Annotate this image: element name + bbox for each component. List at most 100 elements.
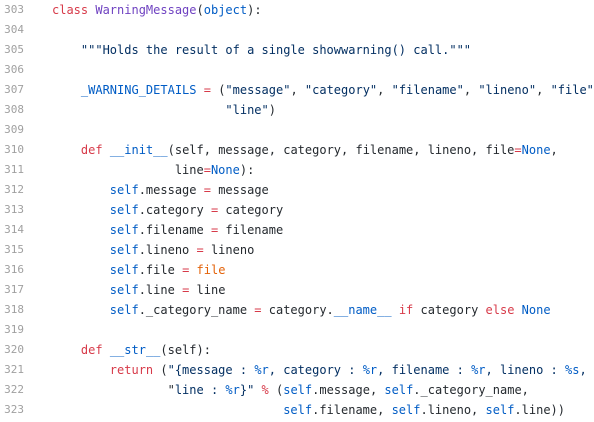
code-token: line : [174, 383, 226, 397]
line-number: 320 [4, 343, 24, 356]
code-token: % [261, 383, 269, 397]
code-line: 306 [0, 60, 594, 80]
code-token: _WARNING_DETAILS [80, 83, 197, 97]
code-token: __str__ [109, 343, 161, 357]
code-token: %r [225, 383, 240, 397]
line-number: 316 [4, 263, 24, 276]
line-number: 317 [4, 283, 24, 296]
code-token: .category [138, 203, 211, 217]
code-token: , [536, 83, 551, 97]
code-token: self [283, 383, 313, 397]
code-token: None [521, 143, 551, 157]
code-token: = [203, 83, 211, 97]
code-token: """Holds the result of a single showwarn… [80, 43, 472, 57]
line-number: 312 [4, 183, 24, 196]
code-line: 309 [0, 120, 594, 140]
code-text: def __init__(self, message, category, fi… [52, 140, 558, 160]
code-token: = [514, 143, 522, 157]
code-token: lineno [203, 243, 255, 257]
code-line: 314 self.filename = filename [0, 220, 594, 240]
code-token: return [109, 363, 154, 377]
line-number: 306 [4, 63, 24, 76]
line-number: 310 [4, 143, 24, 156]
code-token: def [80, 343, 103, 357]
code-token: message [210, 183, 269, 197]
code-token: else [485, 303, 515, 317]
code-line: 312 self.message = message [0, 180, 594, 200]
code-text: "line") [52, 100, 276, 120]
code-token: ( [268, 383, 284, 397]
code-line: 317 self.line = line [0, 280, 594, 300]
code-token: self [283, 403, 313, 417]
code-text: self.message = message [52, 180, 269, 200]
code-line: 320 def __str__(self): [0, 340, 594, 360]
code-token: __name__ [333, 303, 392, 317]
code-text: "line : %r}" % (self.message, self._cate… [52, 380, 529, 400]
line-number: 311 [4, 163, 24, 176]
line-number: 322 [4, 383, 24, 396]
code-token: self [109, 263, 139, 277]
code-text: self.category = category [52, 200, 283, 220]
code-line: 322 "line : %r}" % (self.message, self._… [0, 380, 594, 400]
code-token: , lineno : [485, 363, 565, 377]
code-token: }" [239, 383, 255, 397]
code-token: %s [565, 363, 580, 377]
line-number: 319 [4, 323, 24, 336]
code-token: ( [210, 83, 226, 97]
line-number: 321 [4, 363, 24, 376]
line-number: 307 [4, 83, 24, 96]
code-token: = [254, 303, 262, 317]
code-token: %r [471, 363, 486, 377]
code-token: "category" [304, 83, 378, 97]
code-token: , [463, 83, 479, 97]
line-number: 305 [4, 43, 24, 56]
code-line: 304 [0, 20, 594, 40]
code-token: __init__ [109, 143, 168, 157]
code-token: "filename" [391, 83, 464, 97]
code-token: line [189, 283, 226, 297]
code-text: _WARNING_DETAILS = ("message", "category… [52, 80, 594, 100]
code-line: 308 "line") [0, 100, 594, 120]
code-token: self [109, 283, 139, 297]
code-token: WarningMessage [95, 3, 197, 17]
code-line: 307 _WARNING_DETAILS = ("message", "cate… [0, 80, 594, 100]
code-token: .message [138, 183, 204, 197]
code-line: 316 self.file = file [0, 260, 594, 280]
code-token: .filename, [312, 403, 392, 417]
code-line: 310 def __init__(self, message, category… [0, 140, 594, 160]
code-line: 315 self.lineno = lineno [0, 240, 594, 260]
code-line: 303 class WarningMessage(object): [0, 0, 594, 20]
code-token: ( [153, 363, 168, 377]
code-token: self [485, 403, 515, 417]
code-line: 311 line=None): [0, 160, 594, 180]
code-token: file [196, 263, 226, 277]
code-token: "file" [550, 83, 594, 97]
code-text: self._category_name = category.__name__ … [52, 300, 551, 320]
code-token: self [109, 203, 139, 217]
line-number: 323 [4, 403, 24, 416]
line-number: 309 [4, 123, 24, 136]
code-token: %r [362, 363, 378, 377]
code-token: None [210, 163, 240, 177]
code-token: class [52, 3, 89, 17]
line-number: 304 [4, 23, 24, 36]
code-token: ): [247, 3, 262, 17]
code-token: None [521, 303, 551, 317]
code-token: def [80, 143, 103, 157]
code-token: , [377, 83, 392, 97]
code-text: self.filename, self.lineno, self.line)) [52, 400, 565, 420]
code-viewer: 303 class WarningMessage(object): 304 305 "… [0, 0, 594, 422]
code-token: if [398, 303, 414, 317]
code-token: , category : [268, 363, 363, 377]
code-token: , [550, 143, 558, 157]
code-token: category [413, 303, 486, 317]
code-token: self [109, 303, 139, 317]
